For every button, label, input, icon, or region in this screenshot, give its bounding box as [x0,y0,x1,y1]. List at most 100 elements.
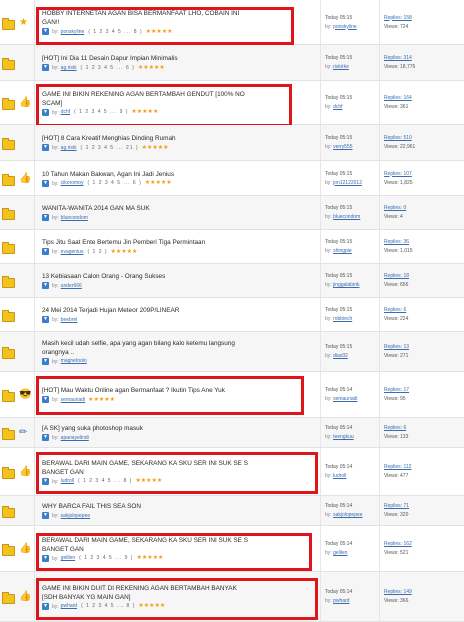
replies-link[interactable]: Replies: 17 [384,387,409,393]
thread-menu-icon[interactable]: ▼ [42,602,49,610]
page-links[interactable]: ( 1 2 ) [87,249,107,255]
thread-author-link[interactable]: ludroll [61,478,74,484]
thread-row[interactable]: ★ HOBBY INTERNETAN AGAN BISA BERMANFAAT L… [0,0,464,45]
thread-menu-icon[interactable]: ▼ [42,282,49,289]
replies-link[interactable]: Replies: 158 [384,15,412,21]
last-post-user-link[interactable]: sakjolopepee [333,512,362,518]
page-links[interactable]: ( 1 2 3 4 5 ... 6 ) [87,180,141,186]
replies-count[interactable]: Replies: 158 [384,15,412,21]
last-post-user-link[interactable]: semauriadi [333,396,357,402]
replies-count[interactable]: Replies: 17 [384,387,409,393]
thread-author-link[interactable]: sakjolopepee [61,513,90,519]
thread-title[interactable]: 10 Tahun Makan Bakwan, Agan Ini Jadi Jen… [42,170,174,179]
replies-count[interactable]: Replies: 6 [384,425,406,431]
replies-link[interactable]: Replies: 314 [384,55,412,61]
replies-count[interactable]: Replies: 112 [384,464,411,470]
thread-menu-icon[interactable]: ▼ [42,477,49,485]
last-post-user-link[interactable]: ludroll [333,473,346,479]
thread-row[interactable]: WANITA-WANITA 2014 GAN MA SUK ▼ by: bluecon… [0,196,464,230]
replies-count[interactable]: Replies: 510 [384,135,412,141]
thread-row[interactable]: 👍 GAME INI BIKIN REKENING AGAN BERTAMBAH … [0,81,464,125]
thread-row[interactable]: WHY BARCA FAIL THIS SEA SON ▼ by: sakjolope… [0,496,464,526]
thread-author-link[interactable]: bluecondom [61,215,88,221]
thread-title[interactable]: BANGET GAN [42,545,84,554]
thread-title[interactable]: orangnya .. [42,348,74,357]
thread-row[interactable]: 24 Mei 2014 Terjadi Hujan Meteor 209P/LI… [0,298,464,332]
last-post-user-link[interactable]: ponskyline [333,24,357,30]
thread-title[interactable]: [HOT] Ini Dia 11 Desain Dapur Impian Min… [42,54,178,63]
thread-menu-icon[interactable]: ▼ [42,108,49,116]
replies-count[interactable]: Replies: 162 [384,541,412,547]
replies-link[interactable]: Replies: 162 [384,541,412,547]
replies-link[interactable]: Replies: 13 [384,344,409,350]
page-links[interactable]: ( 1 2 3 4 5 ... 8 ) [81,603,135,609]
thread-row[interactable]: 👍 10 Tahun Makan Bakwan, Agan Ini Jadi Je… [0,161,464,196]
thread-title[interactable]: WHY BARCA FAIL THIS SEA SON [42,502,141,511]
thread-title[interactable]: [HOT] Mau Waktu Online agan Bermanfaat ?… [42,386,225,395]
thread-title[interactable]: BERAWAL DARI MAIN GAME, SEKARANG KA SKU … [42,459,248,468]
last-post-user-link[interactable]: dias92 [333,353,348,359]
thread-title[interactable]: GAME INI BIKIN REKENING AGAN BERTAMBAH G… [42,90,245,99]
page-links[interactable]: ( 1 2 3 4 5 ... 9 ) [79,555,133,561]
thread-menu-icon[interactable]: ▼ [42,248,49,255]
thread-author-link[interactable]: beebrel [61,317,78,323]
last-post-user-link[interactable]: gelilen [333,550,347,556]
thread-title[interactable]: BANGET GAN [42,468,84,477]
replies-link[interactable]: Replies: 107 [384,171,412,177]
replies-count[interactable]: Replies: 36 [384,239,409,245]
thread-row[interactable]: 😎 [HOT] Mau Waktu Online agan Bermanfaat … [0,372,464,418]
replies-link[interactable]: Replies: 18 [384,273,409,279]
thread-menu-icon[interactable]: ▼ [42,512,49,519]
replies-link[interactable]: Replies: 6 [384,307,406,313]
thread-row[interactable]: [HOT] 8 Cara Kreatif Menghias Dinding Ru… [0,125,464,161]
replies-link[interactable]: Replies: 71 [384,503,409,509]
thread-row[interactable]: Masih kecil udah selfie, apa yang agan b… [0,332,464,372]
last-post-user-link[interactable]: jon12122012 [333,180,362,186]
thread-menu-icon[interactable]: ▼ [42,144,49,151]
page-links[interactable]: ( 1 2 3 4 5 ... 6 ) [81,65,135,71]
thread-row[interactable]: 👍 GAME INI BIKIN DUIT DI REKENING AGAN BE… [0,572,464,622]
replies-link[interactable]: Replies: 0 [384,205,406,211]
last-post-user-link[interactable]: jinggalabirik [333,282,359,288]
page-links[interactable]: ( 1 2 3 4 5 ... 9 ) [74,109,128,115]
thread-title[interactable]: GAME INI BIKIN DUIT DI REKENING AGAN BER… [42,584,237,593]
replies-count[interactable]: Replies: 13 [384,344,409,350]
thread-title[interactable]: [HOT] 8 Cara Kreatif Menghias Dinding Ru… [42,134,176,143]
thread-row[interactable]: 👍 BERAWAL DARI MAIN GAME, SEKARANG KA SKU… [0,448,464,496]
thread-row[interactable]: 13 Kebiasaan Calon Orang - Orang Sukses ▼… [0,264,464,298]
last-post-user-link[interactable]: shingpie [333,248,352,254]
thread-author-link[interactable]: semauriadi [61,397,85,403]
thread-author-link[interactable]: gelilen [61,555,75,561]
thread-author-link[interactable]: pwhard [61,603,77,609]
page-links[interactable]: ( 1 2 3 4 5 ... 21 ) [81,145,139,151]
last-post-user-link[interactable]: teengkuu [333,434,354,440]
thread-row[interactable]: Tips Jitu Saat Ente Bertemu Jin Pemberi … [0,230,464,264]
replies-link[interactable]: Replies: 36 [384,239,409,245]
thread-title[interactable]: BERAWAL DARI MAIN GAME, SEKARANG KA SKU … [42,536,248,545]
thread-title[interactable]: HOBBY INTERNETAN AGAN BISA BERMANFAAT LH… [42,9,239,18]
replies-count[interactable]: Replies: 71 [384,503,409,509]
thread-author-link[interactable]: cikoromoy [61,180,84,186]
thread-menu-icon[interactable]: ▼ [42,214,49,221]
thread-author-link[interactable]: apanayelindi [61,435,89,441]
thread-menu-icon[interactable]: ▼ [42,316,49,323]
thread-title[interactable]: Masih kecil udah selfie, apa yang agan b… [42,339,235,348]
page-links[interactable]: ( 1 2 3 4 5 ... 8 ) [88,29,142,35]
thread-title[interactable]: Tips Jitu Saat Ente Bertemu Jin Pemberi … [42,238,205,247]
thread-author-link[interactable]: ag.riski [61,145,77,151]
thread-title[interactable]: WANITA-WANITA 2014 GAN MA SUK [42,204,150,213]
replies-count[interactable]: Replies: 18 [384,273,409,279]
thread-title[interactable]: GAN!! [42,18,59,27]
thread-author-link[interactable]: ag.riski [61,65,77,71]
replies-link[interactable]: Replies: 164 [384,95,412,101]
thread-menu-icon[interactable]: ▼ [42,28,49,35]
last-post-user-link[interactable]: pwhard [333,598,349,604]
thread-author-link[interactable]: evagenius [61,249,84,255]
thread-title[interactable]: 13 Kebiasaan Calon Orang - Orang Sukses [42,272,165,281]
thread-title[interactable]: [SDH BANYAK YG MAIN GAN] [42,593,131,602]
thread-menu-icon[interactable]: ▼ [42,434,49,441]
thread-menu-icon[interactable]: ▼ [42,554,49,562]
thread-row[interactable]: ✏ [A SK] yang suka photoshop masuk ▼ by: apa… [0,418,464,448]
replies-count[interactable]: Replies: 107 [384,171,412,177]
thread-menu-icon[interactable]: ▼ [42,357,49,365]
